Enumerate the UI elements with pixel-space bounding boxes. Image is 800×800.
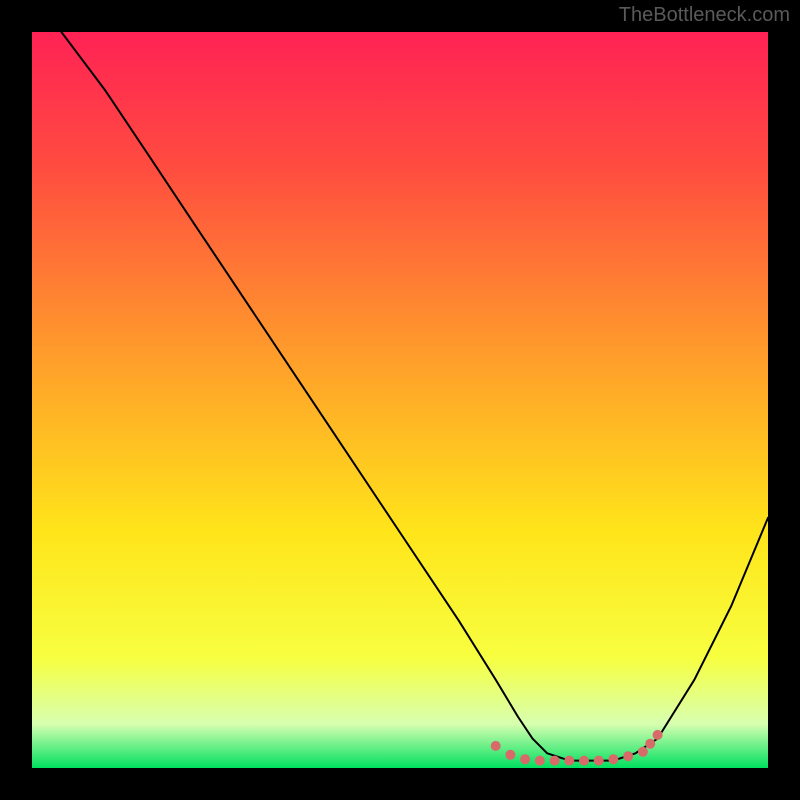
data-marker — [623, 751, 633, 761]
chart-svg — [32, 32, 768, 768]
data-marker — [505, 750, 515, 760]
data-marker — [645, 739, 655, 749]
data-marker — [608, 754, 618, 764]
data-marker — [535, 756, 545, 766]
data-marker — [638, 747, 648, 757]
data-marker — [564, 756, 574, 766]
data-marker — [594, 756, 604, 766]
data-marker — [653, 730, 663, 740]
data-marker — [579, 756, 589, 766]
data-marker — [491, 741, 501, 751]
data-marker — [520, 754, 530, 764]
gradient-background — [32, 32, 768, 768]
data-marker — [550, 756, 560, 766]
chart-area — [32, 32, 768, 768]
watermark-text: TheBottleneck.com — [619, 4, 790, 27]
